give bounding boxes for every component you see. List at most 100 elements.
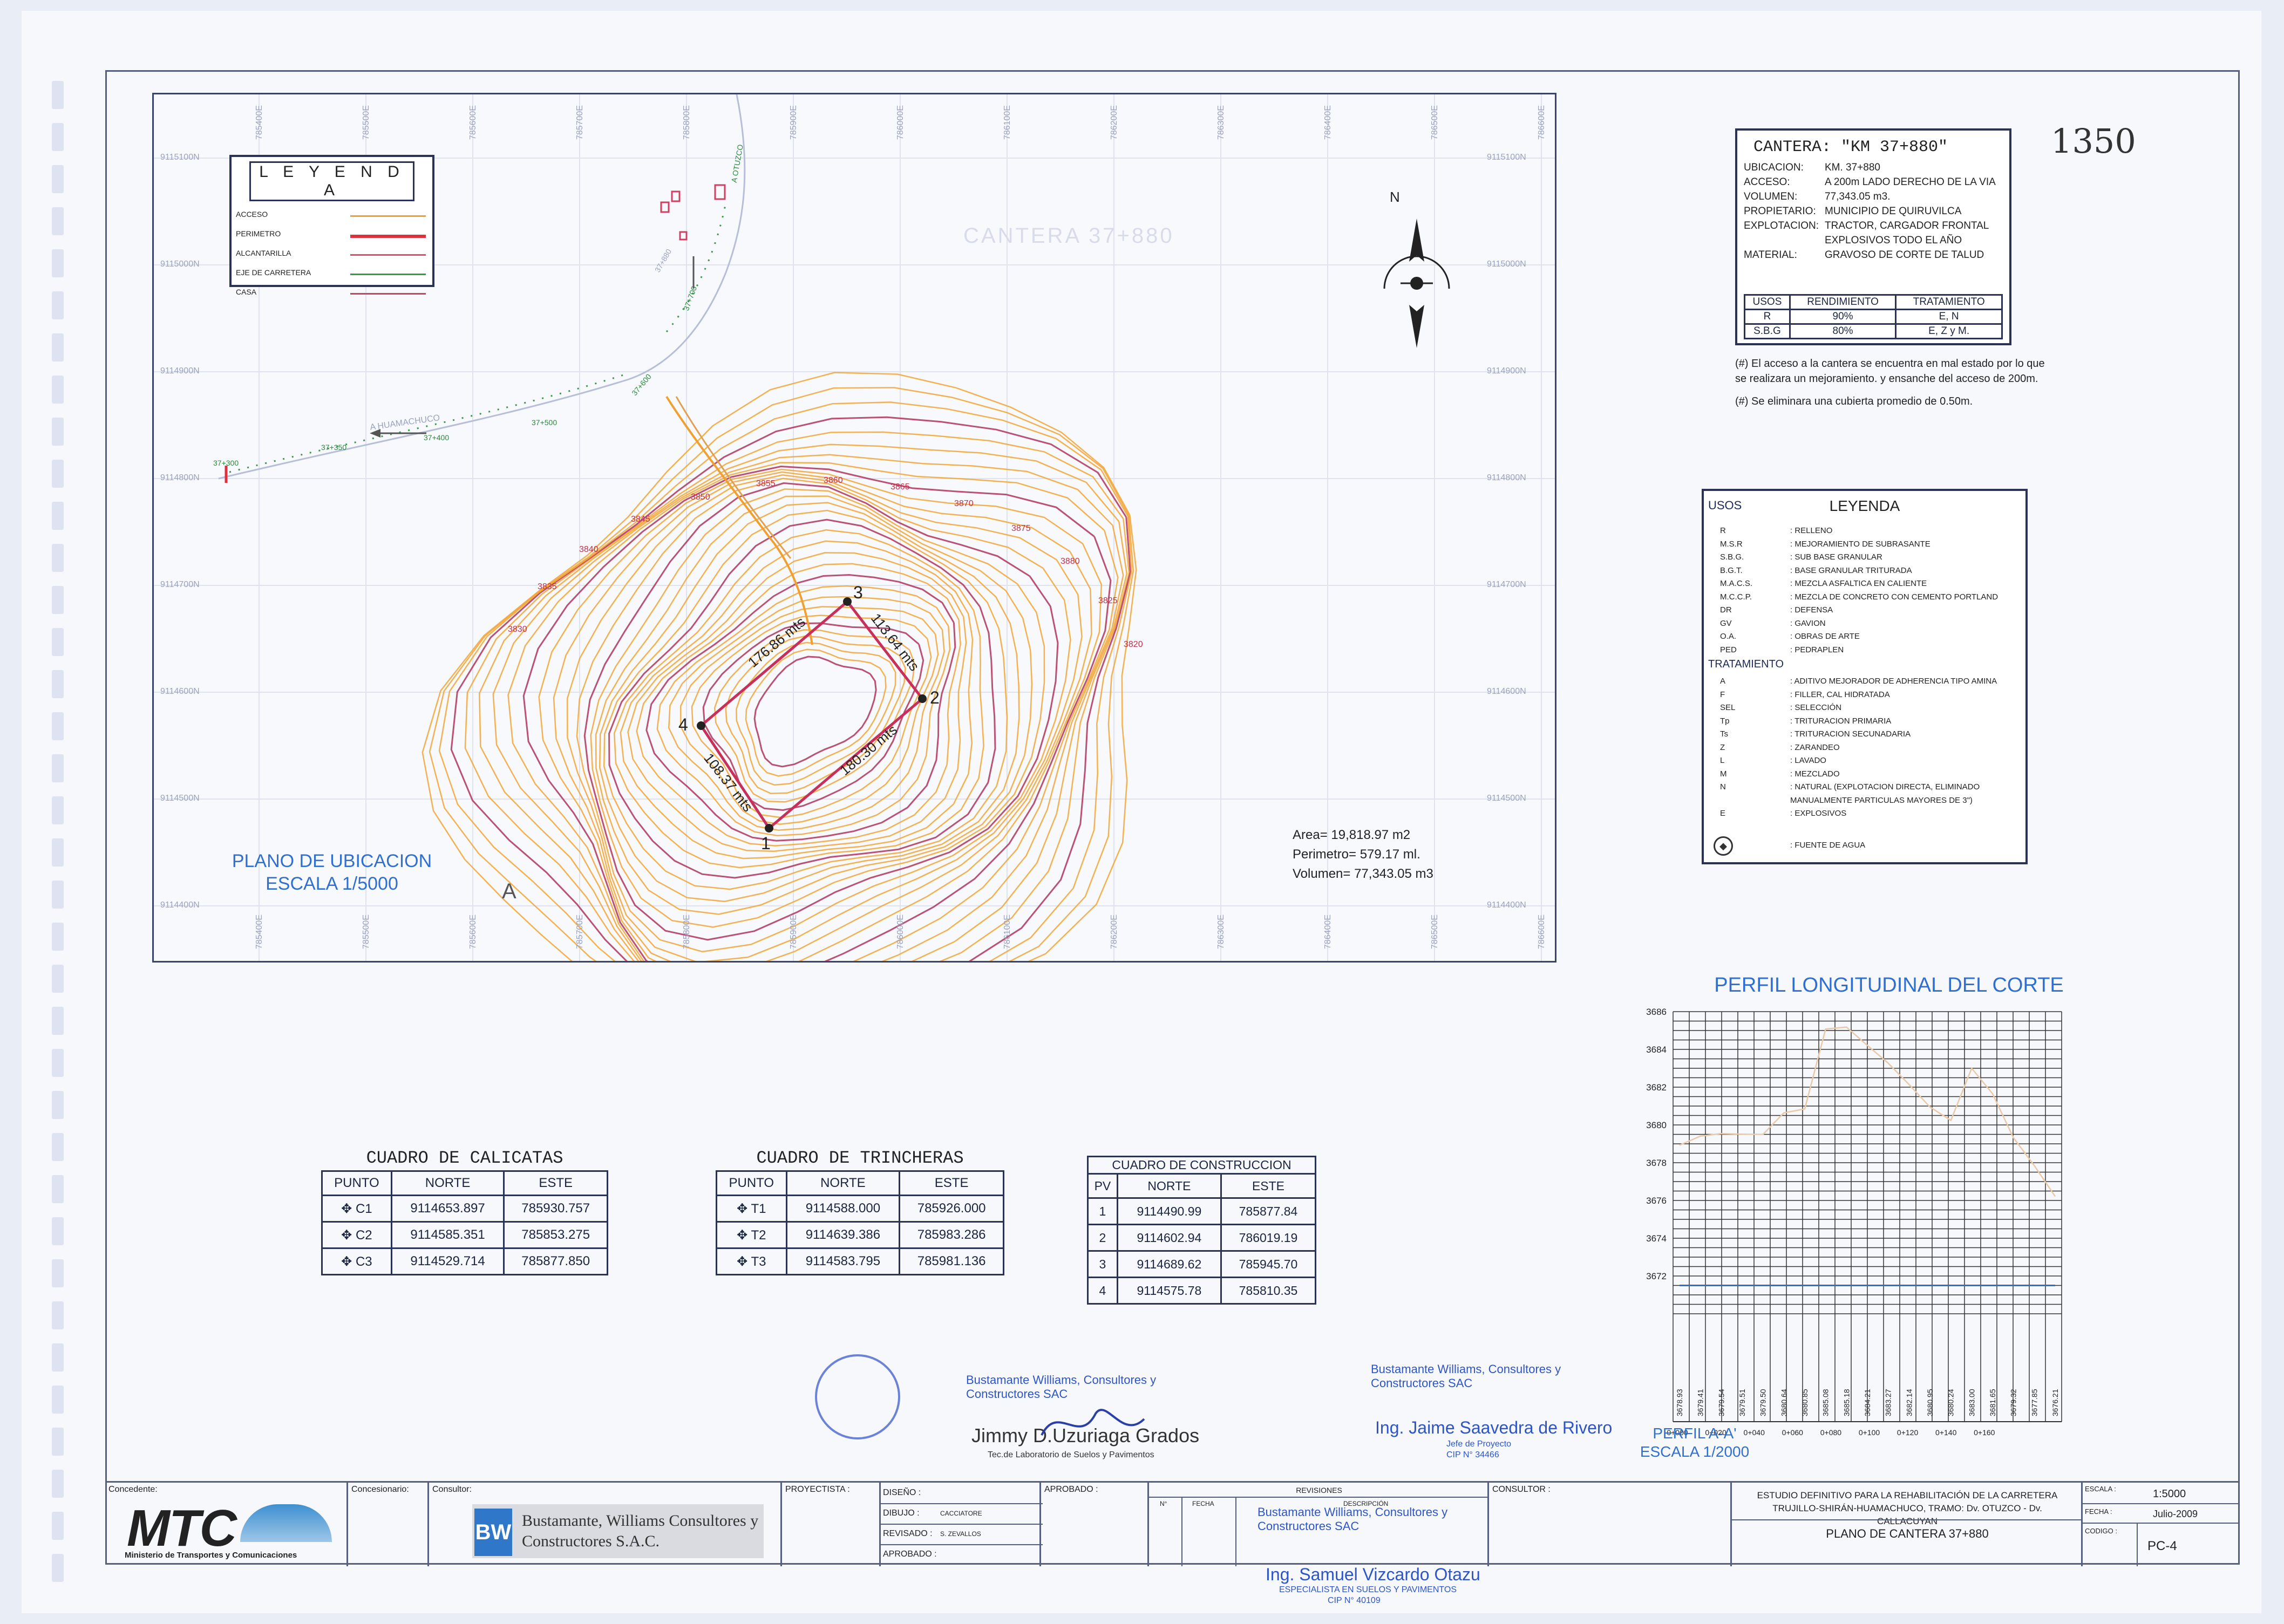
- binder-hole: [52, 1133, 64, 1161]
- tratamiento-item-code: A: [1720, 677, 1726, 686]
- usos-item-code: R: [1720, 526, 1726, 535]
- easting-tick: 785700E: [575, 105, 584, 140]
- mtc-logo-swoosh: [240, 1504, 332, 1542]
- map-legend-title: L E Y E N D A: [249, 161, 414, 201]
- bw-logo-icon: BW: [474, 1509, 512, 1556]
- y-tick-label: 3676: [1646, 1196, 1667, 1206]
- table-cell: 2: [1087, 1224, 1118, 1252]
- area-stat: Area= 19,818.97 m2: [1293, 828, 1411, 842]
- tratamiento-item-desc: : TRITURACION PRIMARIA: [1790, 716, 1892, 726]
- table-header: ESTE: [899, 1170, 1004, 1196]
- binder-hole: [52, 712, 64, 740]
- table-cell: 9114585.351: [390, 1221, 505, 1249]
- sheet-number: 1350: [2051, 121, 2136, 161]
- map-legend-item: PERIMETRO: [232, 226, 432, 245]
- usos-header: TRATAMIENTO: [1895, 294, 2003, 310]
- binder-hole: [52, 123, 64, 151]
- quarry-info-key: UBICACION:: [1744, 162, 1804, 173]
- codigo-value: PC-4: [2147, 1539, 2177, 1553]
- map-scale: ESCALA 1/5000: [266, 874, 398, 894]
- map-legend-swatch: [350, 274, 426, 275]
- revisiones-descripcion-label: DESCRIPCIÓN: [1343, 1500, 1389, 1507]
- study-cell: ESTUDIO DEFINITIVO PARA LA REHABILITACIÓ…: [1732, 1483, 2083, 1566]
- x-tick-label: 0+100: [1859, 1428, 1880, 1437]
- lab-signer-role: Tec.de Laboratorio de Suelos y Pavimento…: [988, 1450, 1154, 1459]
- map-legend-item: ACCESO: [232, 207, 432, 226]
- elevation-label: 3677.85: [2030, 1389, 2038, 1416]
- table-header: NORTE: [785, 1170, 901, 1196]
- usos-item-desc: : MEZCLA DE CONCRETO CON CEMENTO PORTLAN…: [1790, 592, 1999, 602]
- concesionario-cell: Concesionario:: [348, 1483, 429, 1566]
- quarry-info-key: VOLUMEN:: [1744, 191, 1798, 202]
- map-legend: L E Y E N D A ACCESO PERIMETRO ALCANTARILL…: [229, 155, 434, 296]
- escala-value: 1:5000: [2153, 1488, 2186, 1500]
- tratamiento-item-code: Ts: [1720, 729, 1728, 739]
- contour-label: 3860: [824, 476, 843, 485]
- table-cell: 785877.84: [1220, 1197, 1317, 1225]
- contour-label: 3880: [1061, 557, 1080, 566]
- trincheras-table: PUNTO NORTE ESTE ✥ T1 9114588.000 785926.000 ✥…: [716, 1170, 1004, 1275]
- concedente-cell: Concedente: MTC Ministerio de Transporte…: [105, 1483, 348, 1566]
- map-stats: Area= 19,818.97 m2 Perimetro= 579.17 ml.…: [1293, 825, 1433, 884]
- profile-caption-title: PERFIL A-A': [1653, 1425, 1737, 1442]
- table-cell: 9114583.795: [785, 1247, 901, 1275]
- concedente-label: Concedente:: [108, 1485, 158, 1494]
- table-cell: 9114689.62: [1116, 1250, 1222, 1278]
- mtc-subtitle: Ministerio de Transportes y Comunicacion…: [125, 1551, 297, 1560]
- trincheras-title: CUADRO DE TRINCHERAS: [756, 1148, 964, 1168]
- map-legend-swatch: [350, 254, 426, 256]
- map-legend-item-label: PERIMETRO: [236, 229, 281, 238]
- contour-label: 3825: [1098, 596, 1118, 605]
- official-seal: [815, 1354, 900, 1439]
- profile-title: PERFIL LONGITUDINAL DEL CORTE: [1714, 974, 2064, 997]
- tratamiento-item-code: E: [1720, 809, 1726, 818]
- project-signer-role: Jefe de Proyecto: [1446, 1439, 1512, 1449]
- table-cell: 80%: [1789, 323, 1897, 339]
- tratamiento-item-code: N: [1720, 782, 1726, 791]
- easting-tick: 785400E: [255, 105, 264, 140]
- quarry-info-key: EXPLOTACION:: [1744, 220, 1819, 231]
- proyectista-label: PROYECTISTA :: [785, 1485, 850, 1494]
- table-cell: 785926.000: [899, 1195, 1004, 1223]
- easting-tick: 785600E: [468, 915, 478, 950]
- binder-hole: [52, 1554, 64, 1582]
- table-cell: ✥ C1: [321, 1195, 392, 1223]
- table-header: ESTE: [1220, 1173, 1317, 1199]
- table-cell: 9114639.386: [785, 1221, 901, 1249]
- table-cell: ✥ T3: [716, 1247, 787, 1275]
- map-legend-item: EJE DE CARRETERA: [232, 265, 432, 284]
- northing-tick: 9114700N: [160, 580, 200, 589]
- y-tick-label: 3680: [1646, 1120, 1667, 1130]
- easting-tick: 786200E: [1110, 105, 1119, 140]
- consultor-label: Consultor:: [432, 1485, 472, 1494]
- easting-tick: 786300E: [1216, 105, 1226, 140]
- binder-hole: [52, 418, 64, 446]
- x-tick-label: 0+160: [1974, 1428, 1995, 1437]
- escala-label: ESCALA :: [2085, 1485, 2116, 1493]
- table-cell: 785930.757: [503, 1195, 608, 1223]
- map-legend-item-label: ACCESO: [236, 210, 268, 219]
- easting-tick: 786000E: [896, 105, 905, 140]
- quarry-info-value: TRACTOR, CARGADOR FRONTAL: [1825, 220, 1989, 231]
- vertex-label: 2: [930, 688, 940, 707]
- project-signer-cip: CIP N° 34466: [1446, 1450, 1499, 1459]
- point-id: T3: [751, 1254, 766, 1269]
- easting-tick: 785500E: [362, 105, 371, 140]
- northing-tick: 9114600N: [160, 687, 200, 696]
- elevation-label: 3678.93: [1675, 1389, 1684, 1416]
- binder-hole: [52, 1049, 64, 1077]
- elevation-label: 3680.85: [1800, 1389, 1809, 1416]
- northing-tick: 9114900N: [1487, 366, 1526, 376]
- usage-legend-title: LEYENDA: [1829, 497, 1900, 514]
- tratamiento-item-code: M: [1720, 769, 1727, 779]
- y-tick-label: 3678: [1646, 1158, 1667, 1168]
- quarry-info-row: PROPIETARIO: MUNICIPIO DE QUIRUVILCA: [1744, 206, 2009, 220]
- easting-tick: 785700E: [575, 915, 584, 950]
- contour-label: 3840: [579, 545, 599, 554]
- plan-title: PLANO DE CANTERA 37+880: [1826, 1527, 1989, 1540]
- elevation-label: 3683.27: [1884, 1389, 1893, 1416]
- consultor2-label: CONSULTOR :: [1492, 1485, 1551, 1494]
- table-cell: ✥ C2: [321, 1221, 392, 1249]
- codigo-label: CODIGO :: [2085, 1527, 2117, 1535]
- elevation-label: 3680.24: [1947, 1389, 1955, 1416]
